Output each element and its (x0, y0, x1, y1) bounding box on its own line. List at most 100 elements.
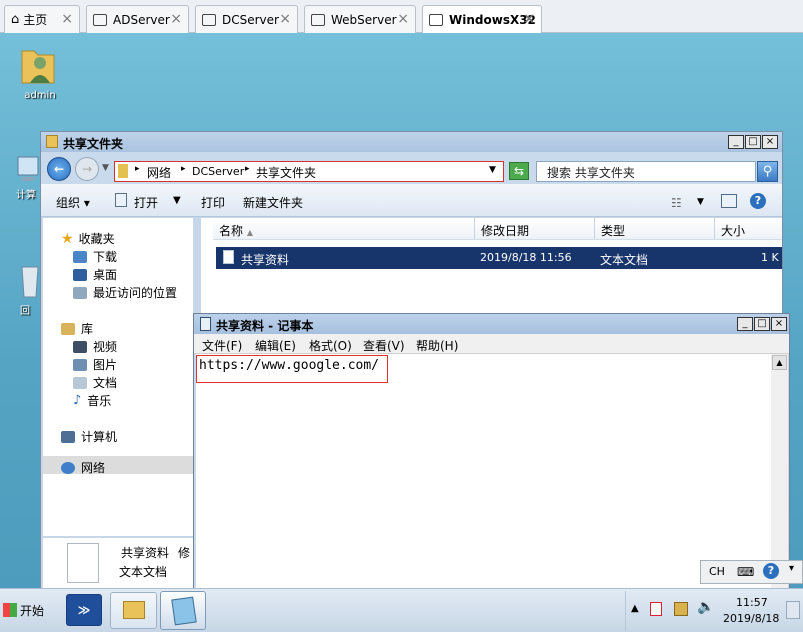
explorer-title-bar[interactable]: 共享文件夹 _ □ × (41, 132, 782, 152)
nav-libraries[interactable]: 库 (61, 320, 93, 337)
host-tab-label: WebServer (331, 12, 397, 27)
breadcrumb-network[interactable]: 网络 (147, 164, 171, 181)
chevron-down-icon[interactable]: ▾ (789, 563, 794, 574)
chevron-down-icon[interactable]: ▼ (173, 195, 181, 206)
search-placeholder: 搜索 共享文件夹 (547, 166, 635, 180)
nav-favorites[interactable]: ★ 收藏夹 (61, 230, 115, 247)
nav-pictures[interactable]: 图片 (73, 356, 117, 373)
chevron-down-icon[interactable]: ▼ (102, 163, 109, 173)
file-list: 名称 ▲ 修改日期 类型 大小 共享资料 2019/8/18 11:56 文本文… (201, 218, 782, 318)
text-file-icon (223, 250, 234, 264)
chevron-up-icon[interactable]: ▲ (631, 603, 639, 614)
open-button[interactable]: 打开 (134, 194, 158, 211)
desktop-icon-label: 计算 (16, 190, 36, 201)
host-tab-webserver[interactable]: WebServer × (304, 5, 416, 33)
refresh-button[interactable]: ⇆ (509, 162, 529, 180)
vm-icon (311, 13, 325, 26)
nav-documents[interactable]: 文档 (73, 374, 117, 391)
chevron-down-icon[interactable]: ▼ (697, 197, 704, 207)
column-header-name[interactable]: 名称 ▲ (213, 218, 475, 240)
search-input[interactable]: 搜索 共享文件夹 (536, 161, 756, 182)
clock-date[interactable]: 2019/8/18 (723, 612, 779, 625)
computer-icon (61, 430, 75, 443)
close-button[interactable]: × (771, 317, 787, 331)
maximize-button[interactable]: □ (754, 317, 770, 331)
chevron-down-icon[interactable]: ▼ (489, 165, 496, 175)
vertical-scrollbar[interactable]: ▲ (771, 354, 788, 590)
folder-icon (46, 135, 58, 148)
nav-network[interactable]: 网络 (61, 459, 105, 476)
print-button[interactable]: 打印 (201, 194, 225, 211)
desktop-icon-label: 回 (20, 306, 30, 317)
close-icon[interactable]: × (397, 11, 409, 27)
scroll-up-button[interactable]: ▲ (772, 355, 787, 370)
input-language[interactable]: CH (709, 565, 725, 578)
search-button[interactable]: ⚲ (757, 161, 778, 182)
help-icon[interactable]: ? (750, 193, 766, 209)
column-header-type[interactable]: 类型 (595, 218, 715, 240)
show-desktop-button[interactable] (786, 601, 800, 619)
organize-menu[interactable]: 组织 ▾ (56, 194, 90, 211)
breadcrumb-dcserver[interactable]: DCServer (192, 165, 244, 178)
host-tab-adserver[interactable]: ADServer × (86, 5, 189, 33)
nav-music[interactable]: ♪ 音乐 (73, 392, 111, 409)
nav-recent-places[interactable]: 最近访问的位置 (73, 284, 177, 301)
host-tab-label: 主页 (23, 13, 48, 27)
menu-format[interactable]: 格式(O) (309, 337, 352, 354)
nav-desktop[interactable]: 桌面 (73, 266, 117, 283)
address-bar[interactable]: ▸ 网络 ▸ DCServer ▸ 共享文件夹 ▼ (114, 161, 504, 182)
forward-button[interactable]: → (75, 157, 99, 181)
clock-time[interactable]: 11:57 (736, 596, 768, 609)
desktop-icon-admin[interactable]: admin (18, 41, 64, 101)
breadcrumb-shared-folder[interactable]: 共享文件夹 (256, 164, 316, 181)
maximize-button[interactable]: □ (745, 135, 761, 149)
table-row[interactable]: 共享资料 2019/8/18 11:56 文本文档 1 K (216, 247, 782, 269)
host-tab-dcserver[interactable]: DCServer × (195, 5, 298, 33)
notepad-title-bar[interactable]: 共享资料 - 记事本 _ □ × (194, 314, 789, 334)
menu-help[interactable]: 帮助(H) (416, 337, 458, 354)
volume-icon[interactable]: 🔈 (697, 599, 714, 615)
notepad-text-area[interactable]: https://www.google.com/ (196, 354, 771, 590)
view-options-icon[interactable]: ☷ (671, 196, 682, 210)
nav-videos[interactable]: 视频 (73, 338, 117, 355)
notepad-window: 共享资料 - 记事本 _ □ × 文件(F) 编辑(E) 格式(O) 查看(V)… (193, 313, 790, 591)
help-icon[interactable]: ? (763, 563, 779, 579)
action-center-icon[interactable] (650, 602, 662, 616)
close-icon[interactable]: × (279, 11, 291, 27)
menu-file[interactable]: 文件(F) (202, 337, 242, 354)
host-tab-label: ADServer (113, 12, 170, 27)
chevron-right-icon: ▸ (135, 164, 140, 174)
desktop-icon-computer[interactable]: 计算 (16, 155, 42, 201)
powershell-icon: ≫ (77, 603, 91, 617)
new-folder-button[interactable]: 新建文件夹 (243, 194, 303, 211)
details-file-name: 共享资料 (121, 546, 170, 560)
keyboard-icon[interactable]: ⌨ (737, 565, 754, 579)
close-button[interactable]: × (762, 135, 778, 149)
minimize-button[interactable]: _ (728, 135, 744, 149)
nav-computer[interactable]: 计算机 (61, 428, 117, 445)
close-icon[interactable]: × (523, 11, 535, 27)
notepad-taskbar-button[interactable] (160, 591, 206, 630)
back-button[interactable]: ← (47, 157, 71, 181)
start-button[interactable]: 开始 (3, 597, 48, 623)
close-icon[interactable]: × (61, 11, 73, 27)
powershell-taskbar-button[interactable]: ≫ (66, 594, 102, 626)
menu-edit[interactable]: 编辑(E) (255, 337, 296, 354)
column-header-modified[interactable]: 修改日期 (475, 218, 595, 240)
text-file-icon (67, 543, 99, 583)
home-icon: ⌂ (11, 12, 20, 27)
host-tab-windowsx32[interactable]: WindowsX32 × (422, 5, 542, 34)
explorer-taskbar-button[interactable] (110, 592, 157, 629)
notepad-menu-bar: 文件(F) 编辑(E) 格式(O) 查看(V) 帮助(H) (194, 334, 789, 354)
menu-view[interactable]: 查看(V) (363, 337, 405, 354)
preview-pane-icon[interactable] (721, 194, 737, 208)
nav-downloads[interactable]: 下载 (73, 248, 117, 265)
minimize-button[interactable]: _ (737, 317, 753, 331)
system-tray: ▲ 🔈 11:57 2019/8/18 (625, 591, 803, 631)
close-icon[interactable]: × (170, 11, 182, 27)
column-header-size[interactable]: 大小 (715, 218, 782, 240)
desktop-icon-recycle-bin[interactable]: 回 (20, 263, 42, 317)
host-tab-home[interactable]: ⌂ 主页 × (4, 5, 80, 33)
network-tray-icon[interactable] (674, 602, 688, 616)
nav-label: 库 (81, 322, 94, 336)
